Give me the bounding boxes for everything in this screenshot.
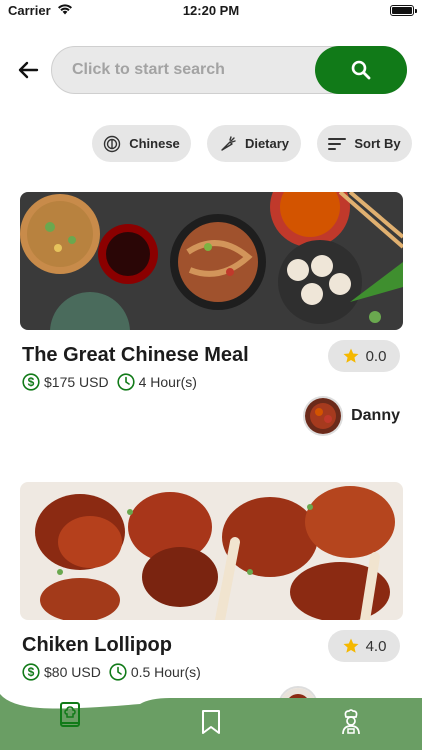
cuisine-icon bbox=[104, 135, 121, 152]
filter-dietary-label: Dietary bbox=[244, 136, 290, 151]
nav-recipes-tab[interactable] bbox=[42, 694, 98, 750]
recipe-price: $80 USD bbox=[44, 664, 101, 680]
recipe-duration: 4 Hour(s) bbox=[138, 374, 197, 390]
search-bar bbox=[51, 46, 407, 94]
sort-icon bbox=[328, 137, 347, 150]
recipe-title: Chiken Lollipop bbox=[22, 634, 172, 656]
recipe-image[interactable] bbox=[20, 482, 403, 620]
bottom-nav bbox=[0, 694, 422, 750]
filter-cuisine-label: Chinese bbox=[129, 136, 180, 151]
rating-badge: 4.0 bbox=[328, 630, 400, 662]
chef-icon bbox=[342, 709, 360, 735]
back-button[interactable] bbox=[14, 56, 42, 84]
recipe-duration: 0.5 Hour(s) bbox=[130, 664, 201, 680]
dollar-icon: $ bbox=[22, 373, 40, 391]
nav-profile-tab[interactable] bbox=[323, 694, 379, 750]
recipe-price: $175 USD bbox=[44, 374, 109, 390]
arrow-left-icon bbox=[18, 61, 39, 79]
search-input[interactable] bbox=[72, 47, 302, 93]
rating-value: 4.0 bbox=[365, 637, 387, 655]
status-bar: Carrier 12:20 PM bbox=[0, 0, 422, 22]
rating-badge: 0.0 bbox=[328, 340, 400, 372]
recipe-author[interactable]: Danny bbox=[303, 396, 400, 436]
battery-icon bbox=[390, 5, 417, 16]
recipe-book-icon bbox=[60, 702, 80, 727]
recipe-image[interactable] bbox=[20, 192, 403, 330]
rating-value: 0.0 bbox=[365, 347, 387, 365]
search-icon bbox=[351, 60, 371, 80]
filter-cuisine-chip[interactable]: Chinese bbox=[92, 125, 191, 162]
recipe-meta: $ $80 USD 0.5 Hour(s) bbox=[22, 663, 201, 681]
clock: 12:20 PM bbox=[182, 3, 240, 18]
clock-icon bbox=[109, 663, 127, 681]
filter-dietary-chip[interactable]: Dietary bbox=[207, 125, 301, 162]
bookmark-icon bbox=[202, 710, 220, 734]
svg-text:$: $ bbox=[28, 665, 35, 679]
clock-icon bbox=[116, 373, 135, 391]
star-icon bbox=[343, 348, 359, 363]
search-button[interactable] bbox=[315, 46, 407, 94]
sort-by-label: Sort By bbox=[354, 136, 401, 151]
carrot-icon bbox=[221, 135, 236, 151]
dollar-icon: $ bbox=[22, 663, 40, 681]
star-icon bbox=[343, 638, 359, 653]
sort-by-chip[interactable]: Sort By bbox=[317, 125, 412, 162]
recipe-title: The Great Chinese Meal bbox=[22, 344, 249, 366]
svg-text:$: $ bbox=[28, 375, 35, 389]
author-name: Danny bbox=[351, 407, 400, 424]
avatar bbox=[303, 396, 344, 436]
nav-bookmarks-tab[interactable] bbox=[183, 694, 239, 750]
recipe-meta: $ $175 USD 4 Hour(s) bbox=[22, 373, 197, 391]
